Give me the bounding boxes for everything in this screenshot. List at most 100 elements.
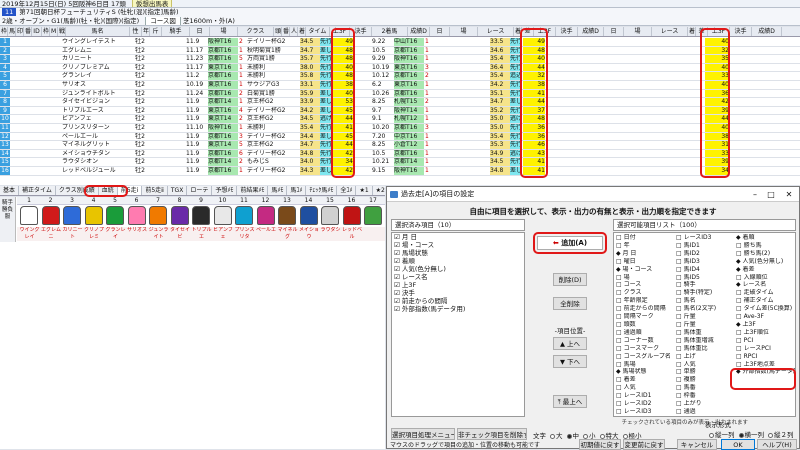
radio-icon[interactable] [566,434,572,439]
column-header[interactable]: クラス [238,27,274,36]
selected-item[interactable]: ☑ 上3F [392,281,524,289]
tab[interactable]: ﾁｪｯｸ馬ﾒﾓ [306,186,338,195]
column-header[interactable]: 頭 [274,27,282,36]
tab[interactable]: ローテ [187,186,213,195]
help-button[interactable]: ヘルプ(H) [757,439,797,450]
available-item[interactable]: □ 頭数 [616,321,677,329]
tab[interactable]: 馬ﾒﾓ [268,186,288,195]
column-header[interactable]: 枠 [42,27,50,36]
tab[interactable]: 予想ﾒﾓ [212,186,238,195]
table-row[interactable]: 12 ペールエール 牡2 11.9 京都T16 3 デイリー杯G2 34.4 差し 45 7.20 中… [0,132,800,142]
available-item[interactable]: □ 間隔マーク [616,313,677,321]
radio-icon[interactable] [550,434,555,439]
available-item[interactable]: □ 馬ID3 [676,258,737,266]
maximize-icon[interactable]: □ [763,187,779,201]
available-item[interactable]: □ 上げ [676,353,737,361]
available-item[interactable]: □ コーナー数 [616,337,677,345]
column-header[interactable]: 着 [514,27,522,36]
column-header[interactable]: M [50,27,58,36]
available-item[interactable]: □ 馬名 [676,297,737,305]
column-header[interactable]: 印 [16,27,24,36]
project-menu-button[interactable]: 選択項目処理メニュー [391,428,455,440]
delete-unchecked-button[interactable]: 非チェック項目を削除する [457,428,527,440]
column-header[interactable]: 差 [522,27,534,36]
selected-item[interactable]: ☑ 人気(色分無し) [392,265,524,273]
available-item[interactable]: ◆ 馬場状態 [616,368,677,376]
table-row[interactable]: 8 タイセイビジョン 牡2 11.9 京都T14 1 京王杯G2 33.9 差し 53 8.25 札幌… [0,98,800,107]
display-mode-option[interactable]: 横一列 [745,431,765,439]
selected-items-list[interactable]: ☑ 月 日 ☑ 場・コース ☑ 馬場状態 ☑ 着順 ☑ 人気(色分無し) ☑ レース名 ☑ … [391,232,525,417]
available-item[interactable]: □ 日付 [616,234,677,242]
tab[interactable]: 全ｺﾒ [337,186,357,195]
column-header[interactable]: 2着馬 [372,27,408,36]
available-item[interactable]: ◆ 場・コース [616,266,677,274]
tab[interactable]: 前結果ﾒﾓ [237,186,269,195]
available-item[interactable]: □ 年 [616,242,677,250]
column-header[interactable]: 日 [190,27,210,36]
column-header[interactable]: 成績D [752,27,782,36]
column-header[interactable]: 枠 [0,27,8,36]
up-button[interactable]: ▲ 上へ [553,337,587,350]
column-header[interactable]: 差 [696,27,708,36]
available-item[interactable]: □ 馬体重増減 [676,337,737,345]
delete-button[interactable]: 削除(D) [553,273,587,286]
selected-item[interactable]: ☑ 外部指数(馬データ用) [392,305,524,313]
available-item[interactable]: □ PCI [736,337,795,345]
tab[interactable]: 基本 [0,186,20,195]
available-item[interactable]: □ 走破タイム [736,289,795,297]
column-header[interactable]: 日 [430,27,450,36]
available-item[interactable]: □ 単勝 [676,368,737,376]
column-header[interactable]: 決手 [350,27,372,36]
table-row[interactable]: 3 カリニート 牡2 11.23 京都T16 5 万両賞1勝 35.7 先行 48 9.29 阪神T1… [0,55,800,64]
close-icon[interactable]: ✕ [781,187,797,201]
available-item[interactable]: □ 入線順位 [736,274,795,282]
available-item[interactable]: □ レースID1 [616,392,677,400]
available-item[interactable]: □ 勝ち馬(2) [736,250,795,258]
selected-item[interactable]: ☑ 場・コース [392,241,524,249]
available-item[interactable]: □ 枠番 [676,392,737,400]
selected-item[interactable]: ☑ 着順 [392,257,524,265]
available-item[interactable]: □ レースID3 [616,408,677,416]
available-item[interactable]: □ 曜日 [616,258,677,266]
column-header[interactable]: 上3F [330,27,350,36]
column-header[interactable]: 成績D [408,27,430,36]
available-item[interactable]: □ 上3F順位 [736,329,795,337]
available-item[interactable]: □ Ave-3F [736,313,795,321]
tab[interactable]: 前5走ⅰ [117,186,143,195]
table-row[interactable]: 4 クリノブレミアム 牡2 11.17 東京T16 1 未勝利 38.0 先行 40 10.19 東京… [0,63,800,73]
available-item[interactable]: ◆ 上3F [736,321,795,329]
column-header[interactable]: 着 [298,27,306,36]
available-item[interactable]: □ レースPCI [736,345,795,353]
reset-button[interactable]: 初期値に戻す [579,439,621,450]
available-item[interactable]: □ 人気 [676,361,737,369]
column-header[interactable]: 年 [142,27,150,36]
available-item[interactable]: □ 馬番 [676,384,737,392]
available-item[interactable]: □ 複勝 [676,376,737,384]
available-item[interactable]: □ レースID3 [676,234,737,242]
table-row[interactable]: 16 レッドベルジュール 牡2 11.9 京都T16 1 デイリー杯G2 34.3 差し 42 9.… [0,167,800,176]
available-item[interactable]: □ コースグループ名 [616,353,677,361]
available-item[interactable]: □ コース [616,281,677,289]
column-header[interactable]: 性 [130,27,142,36]
available-item[interactable]: □ 場 [616,274,677,282]
available-item[interactable]: ◆ 外部指数(馬データ用) [736,368,795,376]
available-item[interactable]: ◆ 着順 [736,234,795,242]
available-item[interactable]: ◆ 月 日 [616,250,677,258]
available-item[interactable]: □ 通過 [676,408,737,416]
available-item[interactable]: □ 馬ID4 [676,266,737,274]
column-header[interactable]: 馬 [8,27,16,36]
font-size-option[interactable]: 大 [556,432,563,440]
available-item[interactable]: □ 馬名(2文字) [676,305,737,313]
column-header[interactable]: レース [652,27,688,36]
ok-button[interactable]: OK [721,439,755,450]
tab[interactable]: ★2 [372,186,385,195]
selected-item[interactable]: ☑ 月 日 [392,233,524,241]
available-item[interactable]: ◆ 着差 [736,266,795,274]
column-header[interactable]: 戦 [58,27,66,36]
available-item[interactable]: □ 前走からの間隔 [616,305,677,313]
table-row[interactable]: 9 トリプルエース 牡2 11.9 東京T16 4 デイリー杯G2 34.2 差し 45 9.7 阪神… [0,106,800,116]
selected-item[interactable]: ☑ 前走からの間隔 [392,297,524,305]
column-header[interactable]: レース [478,27,514,36]
available-item[interactable]: □ 馬ID5 [676,274,737,282]
available-item[interactable]: □ クラス [616,289,677,297]
